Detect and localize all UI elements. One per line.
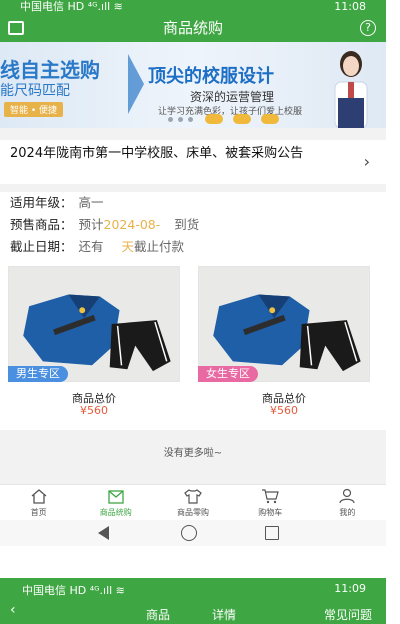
banner-left-text-2: 能尺码匹配 (0, 83, 70, 99)
signal-icons: HD ⁴ᴳ.ıll ≋ (67, 0, 123, 13)
deadline-prefix: 还有 (78, 239, 104, 254)
no-more-text: 没有更多啦~ (163, 448, 223, 459)
banner-subtitle: 资深的运营管理 (190, 90, 275, 104)
bag-icon (108, 490, 124, 504)
product-card-girls[interactable]: 女生专区 商品总价 ¥560 (198, 266, 370, 417)
section-gap (0, 128, 386, 140)
user-icon (339, 488, 356, 504)
banner-title: 顶尖的校服设计 (148, 66, 274, 87)
deadline-days: 天 (121, 239, 135, 254)
boys-zone-badge: 男生专区 (8, 366, 68, 382)
presale-date: 2024-08- (103, 217, 161, 232)
back-arrow-icon[interactable]: ‹ (10, 602, 16, 618)
chevron-right-icon: › (363, 152, 370, 171)
tab-details[interactable]: 详情 (212, 606, 236, 623)
deadline-label: 截止日期： (10, 239, 73, 254)
clock-text: 11:09 (334, 582, 366, 595)
product-price: ¥560 (270, 404, 298, 417)
carrier-text: 中国电信 (22, 584, 66, 597)
detail-header: ‹ 商品 详情 常见问题 (0, 600, 386, 624)
banner-arrow-shape (128, 54, 144, 114)
notice-title: 2024年陇南市第一中学校服、床单、被套采购公告 (10, 146, 304, 161)
app-header: 商品统购 ? (0, 14, 386, 42)
home-circle-icon[interactable] (181, 525, 197, 541)
student-model-image (334, 51, 368, 128)
second-screenshot: 中国电信 HD ⁴ᴳ.ıll ≋ 11:09 ‹ 商品 详情 常见问题 (0, 552, 400, 624)
product-card-boys[interactable]: 男生专区 商品总价 ¥560 (8, 266, 180, 417)
tab-cart[interactable]: 购物车 (232, 485, 309, 518)
tab-group-purchase[interactable]: 商品统购 (77, 485, 154, 518)
presale-suffix: 到货 (174, 217, 200, 232)
tab-label: 我的 (339, 508, 356, 517)
product-grid: 男生专区 商品总价 ¥560 女生专区 商品总价 ¥560 (8, 266, 380, 422)
deadline-suffix: 截止付款 (134, 239, 185, 254)
product-price: ¥560 (80, 404, 108, 417)
tab-retail[interactable]: 商品零购 (154, 485, 231, 518)
cart-icon (262, 489, 279, 504)
purchase-notice[interactable]: 2024年陇南市第一中学校服、床单、被套采购公告 › (0, 140, 386, 184)
purchase-info: 适用年级： 高一 预售商品： 预计2024-08- 到货 截止日期： 还有 天截止付款 (10, 192, 199, 258)
tab-faq[interactable]: 常见问题 (324, 606, 372, 623)
home-icon (31, 489, 47, 504)
bottom-tab-bar: 首页 商品统购 商品零购 购物车 我的 (0, 484, 386, 518)
grade-row: 适用年级： 高一 (10, 192, 199, 214)
back-icon[interactable] (98, 526, 109, 540)
tab-label: 商品统购 (99, 508, 132, 517)
tab-product[interactable]: 商品 (146, 606, 170, 623)
recent-apps-icon[interactable] (265, 526, 279, 540)
section-gap (0, 184, 386, 192)
status-bar: 中国电信 HD ⁴ᴳ.ıll ≋ 11:08 (0, 0, 386, 14)
grade-label: 适用年级： (10, 195, 73, 210)
page-title: 商品统购 (162, 19, 223, 37)
grade-value: 高一 (78, 195, 104, 210)
girls-zone-badge: 女生专区 (198, 366, 258, 382)
banner-coins (205, 114, 279, 124)
clock-text: 11:08 (334, 0, 366, 13)
system-nav-bar (0, 520, 386, 546)
deadline-row: 截止日期： 还有 天截止付款 (10, 236, 199, 258)
presale-label: 预售商品： (10, 217, 73, 232)
banner-left-text-1: 线自主选购 (0, 58, 100, 82)
carousel-dots[interactable] (168, 117, 193, 122)
tab-label: 首页 (30, 508, 47, 517)
boys-uniform-image (8, 266, 180, 382)
tab-label: 购物车 (258, 508, 283, 517)
tab-mine[interactable]: 我的 (309, 485, 386, 518)
tab-home[interactable]: 首页 (0, 485, 77, 518)
presale-prefix: 预计 (78, 217, 104, 232)
promo-banner[interactable]: 线自主选购 能尺码匹配 智能 • 便捷 顶尖的校服设计 资深的运营管理 让学习充… (0, 42, 386, 128)
banner-tag: 智能 • 便捷 (4, 102, 64, 117)
presale-row: 预售商品： 预计2024-08- 到货 (10, 214, 199, 236)
help-icon[interactable]: ? (360, 20, 376, 36)
tab-label: 商品零购 (177, 508, 209, 517)
signal-icons: HD ⁴ᴳ.ıll ≋ (69, 584, 125, 597)
carrier-text: 中国电信 (20, 0, 64, 13)
shirt-icon (184, 489, 202, 504)
status-bar: 中国电信 HD ⁴ᴳ.ıll ≋ 11:09 (0, 578, 386, 600)
girls-uniform-image (198, 266, 370, 382)
